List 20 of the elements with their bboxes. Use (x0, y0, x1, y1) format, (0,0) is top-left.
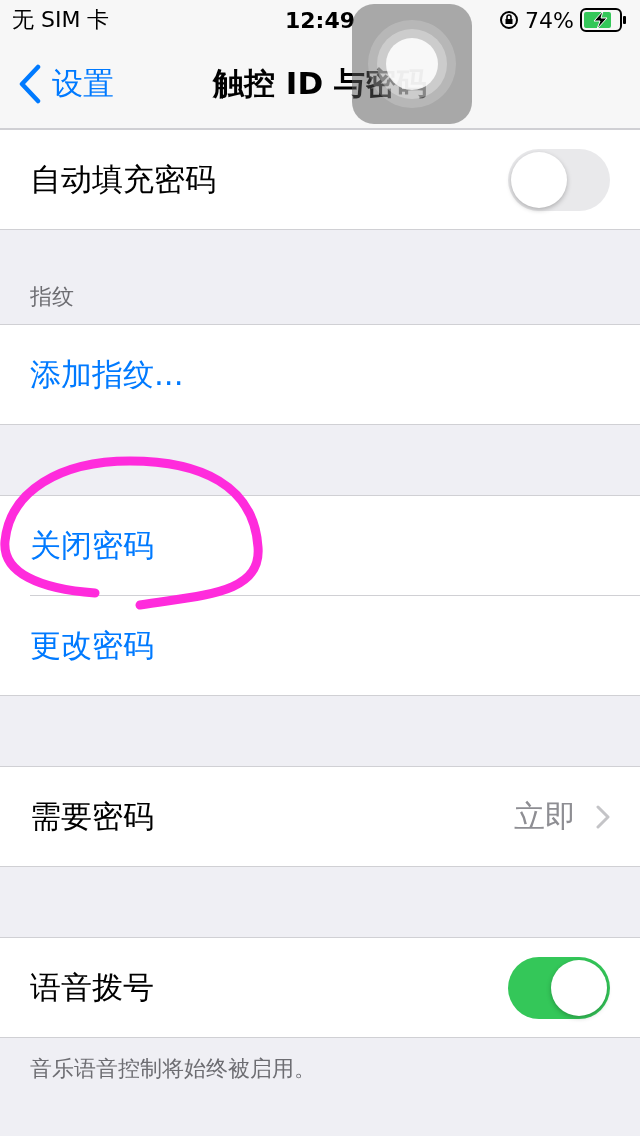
carrier-label: 无 SIM 卡 (12, 6, 110, 34)
row-label: 语音拨号 (30, 967, 155, 1007)
back-chevron-icon (18, 64, 42, 104)
row-label: 自动填充密码 (30, 159, 217, 199)
toggle-switch[interactable] (508, 956, 610, 1019)
rotation-lock-icon (499, 10, 520, 30)
action-link[interactable]: 添加指纹... (30, 353, 184, 396)
back-button[interactable]: 设置 (0, 63, 114, 105)
row-value: 立即 (514, 796, 576, 836)
section-footer: 音乐语音控制将始终被启用。 (0, 1038, 640, 1100)
action-link[interactable]: 关闭密码 (30, 524, 154, 567)
nav-title: 触控 ID 与密码 (213, 64, 427, 103)
status-time: 12:49 (285, 7, 355, 33)
toggle-switch[interactable] (508, 148, 610, 211)
chevron-icon (596, 804, 610, 829)
row-label[interactable]: 需要密码 (30, 795, 514, 838)
section-header: 指纹 (29, 283, 75, 311)
battery-charging-icon (580, 8, 628, 32)
battery-percent: 74% (525, 7, 574, 33)
action-link[interactable]: 更改密码 (30, 624, 154, 667)
